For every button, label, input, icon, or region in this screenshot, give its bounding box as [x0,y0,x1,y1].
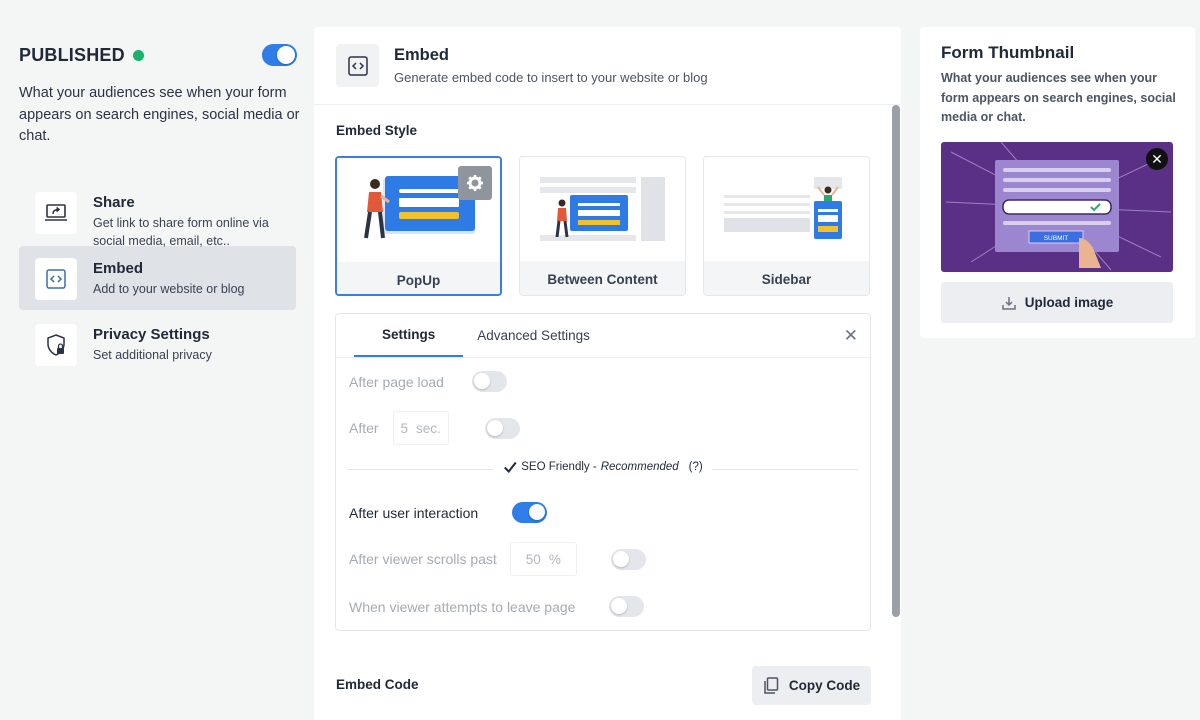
nav-item-embed[interactable]: Embed Add to your website or blog [19,246,296,310]
setting-after-page-load: After page load [349,371,507,392]
setting-after-seconds: After 5 sec. [349,411,520,445]
scroll-percent-input[interactable]: 50 % [509,542,577,576]
help-link[interactable]: (?) [689,461,703,473]
copy-icon [764,676,779,694]
publish-status-row: PUBLISHED [19,40,297,70]
nav-item-title: Embed [93,260,144,277]
embed-style-label: PopUp [337,262,500,294]
panel-title: Embed [394,46,450,64]
after-user-interaction-toggle[interactable] [512,502,548,523]
embed-style-label: Sidebar [704,261,869,295]
publish-description: What your audiences see when your form a… [19,85,300,144]
nav-item-share[interactable]: Share Get link to share form online via … [19,180,296,248]
left-column: PUBLISHED What your audiences see when y… [0,0,314,720]
exit-intent-toggle[interactable] [609,596,645,617]
thumbnail-title: Form Thumbnail [941,43,1075,62]
embed-settings-box: Settings Advanced Settings ✕ After page … [335,313,871,631]
panel-subtitle: Generate embed code to insert to your we… [394,70,708,85]
embed-style-popup[interactable]: PopUp [335,156,502,296]
tab-settings[interactable]: Settings [354,314,464,357]
embed-code-label: Embed Code [336,677,419,692]
nav-item-title: Privacy Settings [93,326,210,343]
nav-item-subtitle: Add to your website or blog [93,282,245,296]
remove-thumbnail-close-icon[interactable]: ✕ [1146,148,1168,170]
seo-prefix: SEO Friendly - [521,461,597,473]
popup-illustration [337,158,500,262]
nav-item-privacy-settings[interactable]: Privacy Settings Set additional privacy [19,312,296,376]
toggle-knob [612,550,629,567]
seo-friendly-note: SEO Friendly - Recommended (?) [493,461,713,473]
embed-style-options: PopUp Between Content Sidebar [335,156,870,296]
scroll-value: 50 [525,551,541,567]
status-dot [132,49,144,61]
share-screen-icon [35,192,77,234]
embed-style-sidebar[interactable]: Sidebar [703,156,870,296]
embed-panel: Embed Generate embed code to insert to y… [314,27,901,720]
shield-lock-icon [35,324,77,366]
after-page-load-toggle[interactable] [471,371,507,392]
between-content-illustration [520,157,685,261]
submit-text: SUBMIT [1044,235,1069,242]
setting-label: After viewer scrolls past [349,551,497,567]
seconds-input[interactable]: 5 sec. [392,411,449,445]
publish-toggle[interactable] [262,44,297,66]
nav-item-title: Share [93,194,135,211]
toggle-knob [486,419,503,436]
setting-label: After [349,420,379,436]
upload-icon [1001,296,1016,310]
embed-style-label: Embed Style [336,123,418,138]
upload-image-label: Upload image [1024,295,1114,310]
settings-tabs: Settings Advanced Settings ✕ [336,314,870,358]
copy-code-label: Copy Code [788,678,861,693]
thumbnail-description: What your audiences see when your form a… [941,71,1176,124]
code-icon [336,44,379,87]
setting-label: When viewer attempts to leave page [349,598,576,615]
tab-advanced-settings[interactable]: Advanced Settings [463,314,618,357]
seconds-value: 5 [400,420,408,436]
code-icon [35,258,77,300]
thumbnail-image: SUBMIT ✕ [941,142,1173,272]
setting-after-user-interaction: After user interaction [349,502,548,523]
setting-label: After page load [349,373,444,390]
nav-item-subtitle: Set additional privacy [93,348,212,362]
scrollbar[interactable] [891,105,901,720]
toggle-knob [277,46,295,64]
seo-recommended: Recommended [600,461,679,473]
toggle-knob [611,598,628,614]
seconds-unit: sec. [415,420,441,436]
sidebar-illustration [704,157,869,261]
check-icon [504,461,517,473]
embed-style-between-content[interactable]: Between Content [519,156,686,296]
publish-status-title: PUBLISHED [19,44,125,65]
scrollbar-thumb[interactable] [892,105,900,617]
toggle-knob [529,504,546,520]
nav-item-subtitle: Get link to share form online via social… [93,216,269,248]
form-thumbnail-panel: Form Thumbnail What your audiences see w… [920,27,1195,338]
toggle-knob [473,373,490,389]
setting-label: After user interaction [349,504,479,521]
gear-icon[interactable] [458,166,492,200]
copy-code-button[interactable]: Copy Code [752,666,871,705]
upload-image-button[interactable]: Upload image [941,282,1173,323]
setting-after-scroll: After viewer scrolls past 50 % [349,542,646,576]
scroll-unit: % [548,551,561,567]
embed-panel-header: Embed Generate embed code to insert to y… [314,27,901,105]
settings-nav: Share Get link to share form online via … [19,180,296,378]
setting-exit-intent: When viewer attempts to leave page [349,596,645,617]
embed-style-label: Between Content [520,261,685,295]
close-icon[interactable]: ✕ [844,326,858,346]
after-scroll-toggle[interactable] [610,548,646,570]
after-seconds-toggle[interactable] [484,417,520,439]
